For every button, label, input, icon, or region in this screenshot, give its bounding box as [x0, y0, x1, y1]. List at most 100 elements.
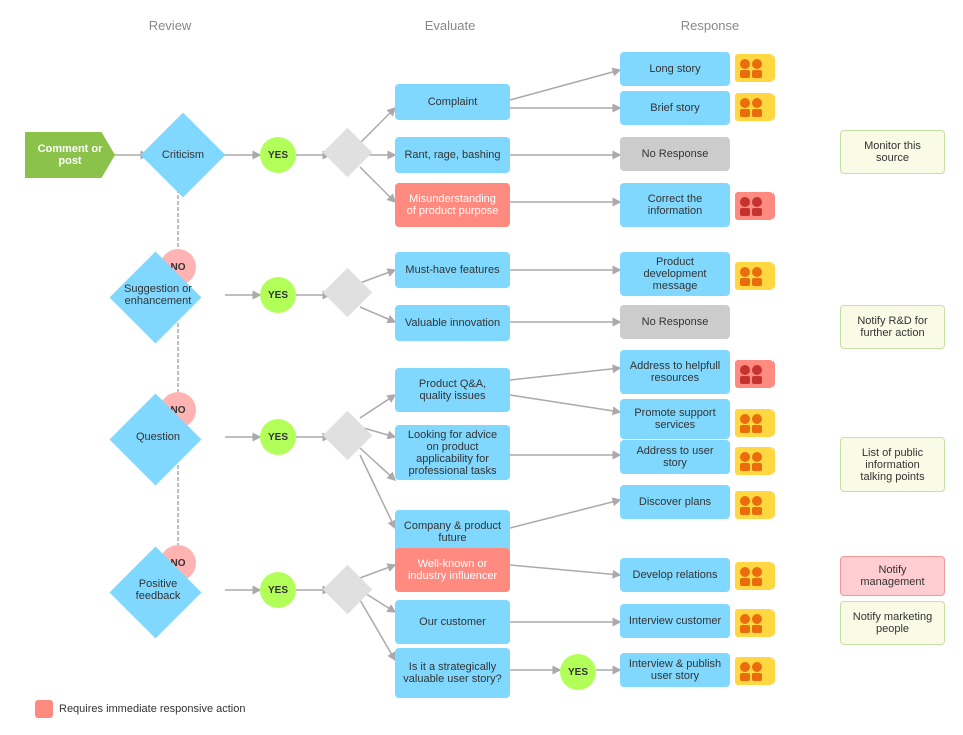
yes-circle-5: YES — [560, 654, 596, 690]
col-header-evaluate: Evaluate — [400, 18, 500, 33]
resp-promote-support-label: Promote support services — [628, 407, 722, 431]
eval-diamond-2-container — [330, 275, 365, 310]
positive-label: Positive feedback — [118, 555, 198, 625]
resp-interview-publish: Interview & publish user story — [620, 653, 730, 687]
eval-misunderstanding: Misunderstanding of product purpose — [395, 183, 510, 227]
note-notify-mgmt-label: Notify management — [849, 564, 936, 588]
yes-circle-2: YES — [260, 277, 296, 313]
question-label: Question — [118, 402, 198, 472]
resp-brief-story-label: Brief story — [650, 102, 700, 114]
eval-complaint: Complaint — [395, 84, 510, 120]
resp-brief-story: Brief story — [620, 91, 730, 125]
eval-customer: Our customer — [395, 600, 510, 644]
resp-address-helpful-label: Address to helpfull resources — [628, 360, 722, 384]
resp-address-helpful: Address to helpfull resources — [620, 350, 730, 394]
resp-develop-relations-label: Develop relations — [633, 569, 718, 581]
resp-product-dev-label: Product development message — [628, 256, 722, 292]
note-monitor: Monitor this source — [840, 130, 945, 174]
note-notify-marketing-label: Notify marketing people — [849, 611, 936, 635]
people-brief-story — [735, 93, 775, 123]
people-long-story — [735, 54, 775, 84]
eval-diamond-1 — [323, 128, 372, 177]
yes-label-1: YES — [268, 150, 288, 161]
legend-label: Requires immediate responsive action — [59, 703, 245, 715]
yes-circle-3: YES — [260, 419, 296, 455]
people-product-dev — [735, 262, 775, 292]
eval-influencer: Well-known or industry influencer — [395, 548, 510, 592]
eval-misunderstanding-label: Misunderstanding of product purpose — [403, 193, 502, 217]
note-monitor-label: Monitor this source — [849, 140, 936, 164]
resp-no-response-2: No Response — [620, 305, 730, 339]
yes-label-3: YES — [268, 432, 288, 443]
eval-qa-label: Product Q&A, quality issues — [403, 378, 502, 402]
note-notify-mgmt: Notify management — [840, 556, 945, 596]
resp-no-response-1-label: No Response — [642, 148, 709, 160]
eval-diamond-4-container — [330, 572, 365, 607]
criticism-label: Criticism — [148, 125, 218, 185]
note-notify-rd-label: Notify R&D for further action — [849, 315, 936, 339]
resp-no-response-1: No Response — [620, 137, 730, 171]
yes-label-4: YES — [268, 585, 288, 596]
suggestion-diamond-container: Suggestion or enhancement — [118, 260, 198, 330]
resp-interview-publish-label: Interview & publish user story — [628, 658, 722, 682]
eval-diamond-3 — [323, 411, 372, 460]
note-notify-rd: Notify R&D for further action — [840, 305, 945, 349]
resp-correct-info-label: Correct the information — [628, 193, 722, 217]
eval-future-label: Company & product future — [403, 520, 502, 544]
resp-address-user: Address to user story — [620, 440, 730, 474]
yes-circle-4: YES — [260, 572, 296, 608]
eval-rant: Rant, rage, bashing — [395, 137, 510, 173]
eval-influencer-label: Well-known or industry influencer — [403, 558, 502, 582]
eval-diamond-3-container — [330, 418, 365, 453]
start-node: Comment or post — [25, 132, 115, 178]
resp-discover-plans: Discover plans — [620, 485, 730, 519]
people-develop-relations — [735, 562, 775, 592]
eval-valuable: Valuable innovation — [395, 305, 510, 341]
people-promote-support — [735, 409, 775, 439]
resp-interview-customer: Interview customer — [620, 604, 730, 638]
eval-qa: Product Q&A, quality issues — [395, 368, 510, 412]
legend-pink-icon — [35, 700, 53, 718]
eval-valuable-label: Valuable innovation — [405, 317, 500, 329]
eval-advice: Looking for advice on product applicabil… — [395, 425, 510, 480]
people-interview-customer — [735, 609, 775, 639]
note-notify-marketing: Notify marketing people — [840, 601, 945, 645]
legend: Requires immediate responsive action — [35, 700, 245, 718]
resp-correct-info: Correct the information — [620, 183, 730, 227]
resp-discover-plans-label: Discover plans — [639, 496, 711, 508]
eval-diamond-4 — [323, 565, 372, 614]
resp-address-user-label: Address to user story — [628, 445, 722, 469]
resp-long-story: Long story — [620, 52, 730, 86]
col-header-response: Response — [660, 18, 760, 33]
resp-no-response-2-label: No Response — [642, 316, 709, 328]
people-discover-plans — [735, 491, 775, 521]
eval-customer-label: Our customer — [419, 616, 486, 628]
eval-diamond-1-container — [330, 135, 365, 170]
criticism-diamond-container: Criticism — [148, 125, 218, 185]
people-address-user — [735, 447, 775, 477]
resp-long-story-label: Long story — [649, 63, 700, 75]
note-public-info-label: List of public information talking point… — [849, 447, 936, 483]
people-interview-publish — [735, 657, 775, 687]
resp-develop-relations: Develop relations — [620, 558, 730, 592]
people-address-helpful — [735, 360, 775, 390]
yes-label-2: YES — [268, 290, 288, 301]
col-header-review: Review — [120, 18, 220, 33]
resp-promote-support: Promote support services — [620, 399, 730, 439]
suggestion-label: Suggestion or enhancement — [118, 260, 198, 330]
diagram: Review Evaluate Response Comment or post… — [0, 0, 963, 735]
eval-complaint-label: Complaint — [428, 96, 478, 108]
eval-must-have-label: Must-have features — [405, 264, 499, 276]
resp-interview-customer-label: Interview customer — [629, 615, 721, 627]
yes-circle-1: YES — [260, 137, 296, 173]
eval-must-have: Must-have features — [395, 252, 510, 288]
eval-rant-label: Rant, rage, bashing — [404, 149, 500, 161]
start-label: Comment or post — [37, 143, 103, 167]
question-diamond-container: Question — [118, 402, 198, 472]
positive-diamond-container: Positive feedback — [118, 555, 198, 625]
yes-label-5: YES — [568, 667, 588, 678]
eval-advice-label: Looking for advice on product applicabil… — [403, 429, 502, 477]
note-public-info: List of public information talking point… — [840, 437, 945, 492]
people-correct-info — [735, 192, 775, 222]
eval-strategic-label: Is it a strategically valuable user stor… — [403, 661, 502, 685]
